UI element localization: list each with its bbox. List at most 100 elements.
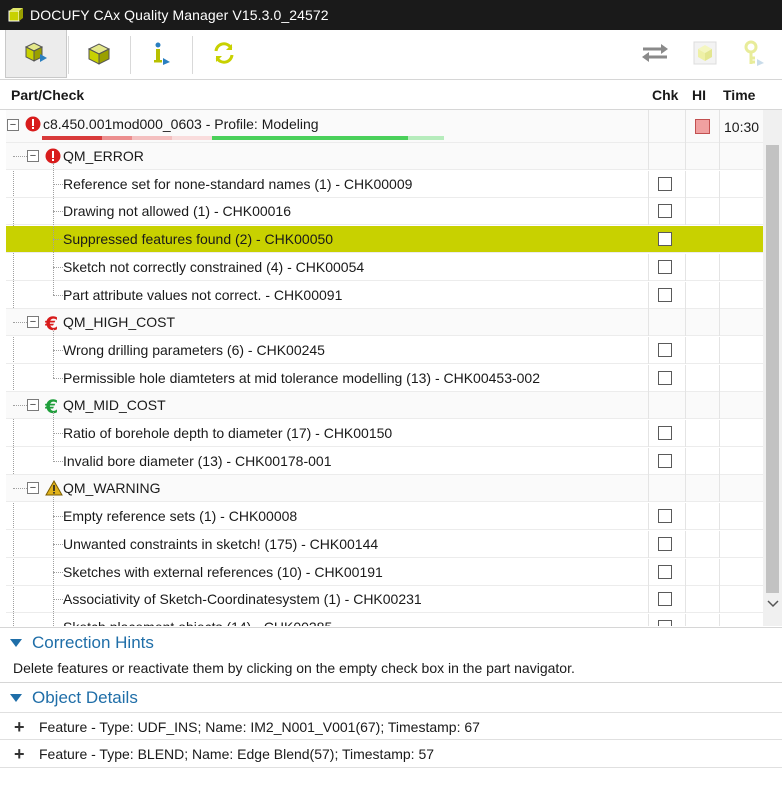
check-checkbox[interactable] — [658, 176, 672, 191]
check-item-label: Empty reference sets (1) - CHK00008 — [63, 508, 298, 525]
check-item-row[interactable]: Invalid bore diameter (13) - CHK00178-00… — [6, 447, 764, 475]
cube-icon — [691, 39, 719, 70]
column-chk[interactable]: Chk — [652, 87, 678, 103]
check-item-row[interactable]: Sketches with external references (10) -… — [6, 558, 764, 586]
collapse-triangle-icon[interactable] — [10, 639, 22, 647]
check-item-label: Associativity of Sketch-Coordinatesystem… — [63, 591, 422, 608]
check-item-row[interactable]: Empty reference sets (1) - CHK00008 — [6, 503, 764, 531]
group-row[interactable]: − QM_WARNING — [6, 475, 764, 503]
collapse-icon[interactable]: − — [7, 119, 19, 131]
part-navigator-button[interactable] — [5, 30, 67, 78]
scrollbar-thumb[interactable] — [766, 145, 779, 593]
object-detail-text: Feature - Type: UDF_INS; Name: IM2_N001_… — [39, 719, 480, 735]
group-row[interactable]: − € QM_HIGH_COST — [6, 309, 764, 337]
warning-icon — [45, 480, 63, 499]
group-label: QM_ERROR — [63, 148, 144, 164]
check-item-label: Sketch placement objects (14) - CHK00285 — [63, 619, 332, 626]
collapse-icon[interactable]: − — [27, 316, 39, 329]
group-row[interactable]: − QM_ERROR — [6, 143, 764, 170]
part-navigator-icon — [22, 38, 50, 69]
check-checkbox[interactable] — [658, 370, 672, 385]
correction-hints-header[interactable]: Correction Hints — [0, 629, 782, 657]
check-checkbox[interactable] — [658, 342, 672, 357]
check-item-label: Unwanted constraints in sketch! (175) - … — [63, 535, 379, 552]
check-progress-bar — [42, 136, 444, 140]
group-row[interactable]: − € QM_MID_COST — [6, 392, 764, 420]
correction-hints-title: Correction Hints — [32, 633, 154, 652]
check-item-label: Drawing not allowed (1) - CHK00016 — [63, 203, 291, 220]
refresh-icon — [210, 39, 238, 70]
expand-plus-icon[interactable]: + — [14, 745, 25, 763]
check-item-row[interactable]: Wrong drilling parameters (6) - CHK00245 — [6, 336, 764, 364]
check-checkbox[interactable] — [658, 509, 672, 524]
check-item-row[interactable]: Drawing not allowed (1) - CHK00016 — [6, 198, 764, 226]
swap-icon — [639, 41, 671, 68]
model-icon — [86, 40, 112, 69]
root-part-label: c8.450.001mod000_0603 - Profile: Modelin… — [43, 116, 319, 132]
status-indicator — [695, 119, 710, 134]
check-item-row[interactable]: Reference set for none-standard names (1… — [6, 170, 764, 198]
part-navigator-tree: − c8.450.001mod000_0603 - Profile: Model… — [6, 110, 782, 626]
app-logo-icon — [6, 6, 24, 24]
info-icon — [148, 40, 174, 69]
object-details-header[interactable]: Object Details — [0, 684, 782, 712]
group-label: QM_MID_COST — [63, 397, 166, 414]
check-item-row[interactable]: Sketch not correctly constrained (4) - C… — [6, 253, 764, 281]
scroll-down-arrow-icon[interactable] — [766, 596, 779, 612]
collapse-icon[interactable]: − — [27, 482, 39, 495]
refresh-button[interactable] — [193, 30, 255, 78]
check-checkbox[interactable] — [658, 232, 672, 247]
svg-text:€: € — [45, 314, 58, 332]
column-time[interactable]: Time — [723, 87, 755, 103]
object-details-title: Object Details — [32, 688, 138, 707]
error-icon — [25, 116, 41, 135]
check-checkbox[interactable] — [658, 259, 672, 274]
check-item-row[interactable]: Associativity of Sketch-Coordinatesystem… — [6, 586, 764, 614]
check-item-label: Sketches with external references (10) -… — [63, 563, 383, 580]
check-checkbox[interactable] — [658, 564, 672, 579]
group-label: QM_WARNING — [63, 480, 161, 497]
info-button[interactable] — [130, 30, 192, 78]
toolbar — [0, 30, 782, 80]
svg-text:€: € — [45, 397, 58, 415]
expand-plus-icon[interactable]: + — [14, 718, 25, 736]
root-part-row[interactable]: − c8.450.001mod000_0603 - Profile: Model… — [6, 110, 764, 143]
check-checkbox[interactable] — [658, 204, 672, 219]
check-checkbox[interactable] — [658, 619, 672, 626]
check-checkbox[interactable] — [658, 536, 672, 551]
check-checkbox[interactable] — [658, 287, 672, 302]
check-item-label: Ratio of borehole depth to diameter (17)… — [63, 425, 393, 441]
check-item-row[interactable]: Suppressed features found (2) - CHK00050 — [6, 226, 764, 254]
model-button[interactable] — [68, 30, 130, 78]
check-item-row[interactable]: Sketch placement objects (14) - CHK00285 — [6, 613, 764, 626]
check-item-label: Sketch not correctly constrained (4) - C… — [63, 258, 365, 275]
object-detail-row[interactable]: + Feature - Type: BLEND; Name: Edge Blen… — [0, 740, 782, 768]
check-item-label: Reference set for none-standard names (1… — [63, 175, 413, 192]
group-label: QM_HIGH_COST — [63, 314, 176, 331]
check-item-row[interactable]: Ratio of borehole depth to diameter (17)… — [6, 420, 764, 447]
key-button[interactable] — [724, 30, 782, 78]
root-time: 10:30 — [724, 119, 760, 135]
key-icon — [742, 39, 768, 70]
check-item-row[interactable]: Permissible hole diamteters at mid toler… — [6, 364, 764, 392]
check-checkbox[interactable] — [658, 426, 672, 440]
object-detail-row[interactable]: + Feature - Type: UDF_INS; Name: IM2_N00… — [0, 712, 782, 740]
column-hi[interactable]: HI — [692, 87, 706, 103]
title-bar: DOCUFY CAx Quality Manager V15.3.0_24572 — [0, 0, 782, 30]
collapse-icon[interactable]: − — [27, 150, 39, 162]
check-checkbox[interactable] — [658, 453, 672, 468]
collapse-icon[interactable]: − — [27, 399, 39, 412]
collapse-triangle-icon[interactable] — [10, 694, 22, 702]
check-checkbox[interactable] — [658, 592, 672, 607]
check-item-label: Permissible hole diamteters at mid toler… — [63, 369, 541, 386]
object-detail-text: Feature - Type: BLEND; Name: Edge Blend(… — [39, 746, 435, 762]
check-item-label: Suppressed features found (2) - CHK00050 — [63, 231, 334, 248]
column-header: Part/Check Chk HI Time — [0, 80, 782, 110]
check-item-label: Invalid bore diameter (13) - CHK00178-00… — [63, 452, 332, 469]
window-title: DOCUFY CAx Quality Manager V15.3.0_24572 — [30, 7, 329, 23]
check-item-row[interactable]: Unwanted constraints in sketch! (175) - … — [6, 530, 764, 558]
check-item-label: Wrong drilling parameters (6) - CHK00245 — [63, 341, 325, 358]
check-item-row[interactable]: Part attribute values not correct. - CHK… — [6, 281, 764, 309]
tree-scrollbar[interactable] — [763, 110, 782, 626]
column-part-check[interactable]: Part/Check — [11, 87, 84, 103]
